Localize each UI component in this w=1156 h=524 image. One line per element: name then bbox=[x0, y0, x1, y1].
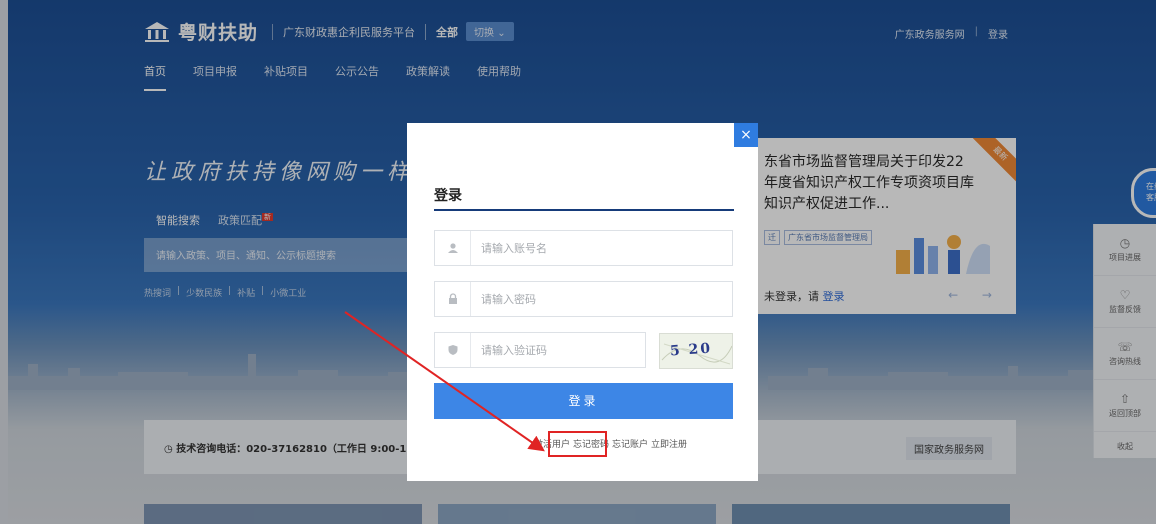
user-icon bbox=[435, 231, 471, 265]
captcha-image[interactable]: 5 20 bbox=[659, 333, 733, 369]
lock-icon bbox=[435, 282, 471, 316]
register-link[interactable]: 立即注册 bbox=[651, 437, 687, 450]
shield-icon bbox=[435, 333, 471, 367]
login-button[interactable]: 登录 bbox=[434, 383, 733, 419]
annotation-highlight-box bbox=[548, 431, 607, 457]
account-field bbox=[434, 230, 733, 266]
captcha-text: 5 20 bbox=[669, 340, 713, 360]
forgot-account-link[interactable]: 忘记账户 bbox=[612, 437, 648, 450]
password-input[interactable] bbox=[471, 282, 732, 316]
password-field bbox=[434, 281, 733, 317]
account-input[interactable] bbox=[471, 231, 732, 265]
captcha-field bbox=[434, 332, 646, 368]
captcha-input[interactable] bbox=[471, 333, 645, 367]
modal-title: 登录 bbox=[434, 188, 462, 204]
title-underline bbox=[434, 209, 734, 211]
login-modal: × 登录 5 20 登录 激活用户 忘记密码 忘记账户 立即注册 bbox=[407, 123, 758, 481]
close-icon[interactable]: × bbox=[734, 123, 758, 147]
